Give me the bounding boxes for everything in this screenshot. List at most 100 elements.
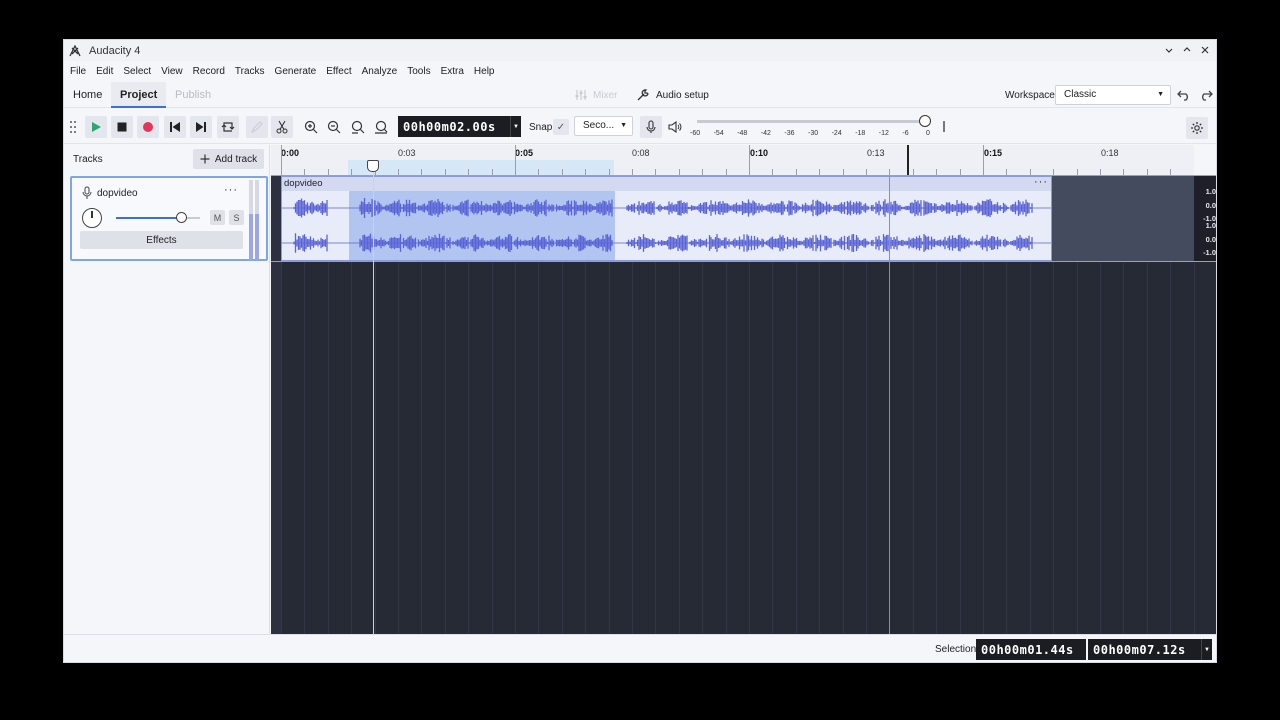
zoom-in-button[interactable] <box>300 116 322 138</box>
draw-tool-button[interactable] <box>246 116 268 138</box>
snap-unit-select[interactable]: Seco... ▼ <box>574 116 633 136</box>
pencil-icon <box>250 121 263 134</box>
waveform <box>282 198 1051 253</box>
output-level-button[interactable] <box>664 116 686 138</box>
cut-tool-button[interactable] <box>271 116 293 138</box>
selection-format-dropdown-icon[interactable]: ▼ <box>1201 639 1212 660</box>
amplitude-label: 1.0 <box>1205 187 1216 196</box>
zoom-out-button[interactable] <box>323 116 345 138</box>
workspace-select[interactable]: Classic ▼ <box>1055 85 1171 105</box>
ruler-tick-label: 0:00 <box>281 148 300 158</box>
clip-header[interactable]: dopvideo ··· <box>282 177 1051 191</box>
timeline-ruler[interactable]: 0:00 0:03 0:05 0:08 0:10 0:13 0:15 0:18 <box>271 145 1216 176</box>
meter-tick-label: -24 <box>831 130 842 137</box>
audio-clip[interactable]: dopvideo ··· <box>281 176 1052 261</box>
menu-item-effect[interactable]: Effect <box>326 66 351 77</box>
clip-menu-icon[interactable]: ··· <box>1034 177 1048 188</box>
skip-to-end-icon <box>196 122 206 132</box>
settings-button[interactable] <box>1186 117 1208 139</box>
menu-item-select[interactable]: Select <box>123 66 151 77</box>
zoom-fit-project-button[interactable] <box>370 116 392 138</box>
drag-handle-icon[interactable] <box>69 120 77 137</box>
input-level-button[interactable] <box>640 116 662 138</box>
track-header[interactable]: dopvideo ··· M S Effects <box>70 176 268 261</box>
amplitude-scale: 1.0 0.0 -1.0 1.0 0.0 -1.0 <box>1194 176 1216 261</box>
mute-button[interactable]: M <box>210 210 225 225</box>
track-name[interactable]: dopvideo <box>97 188 138 199</box>
zoom-out-icon <box>327 120 341 134</box>
top-navigation: Home Project Publish Mixer Audio setup W… <box>64 82 1216 108</box>
menu-item-generate[interactable]: Generate <box>275 66 317 77</box>
minimize-icon[interactable] <box>1162 43 1176 57</box>
toolbar: 00h00m02.00s ▼ Snap ✓ Seco... ▼ -60 -54 -4… <box>64 110 1216 144</box>
tab-publish[interactable]: Publish <box>175 82 211 108</box>
menu-item-help[interactable]: Help <box>474 66 495 77</box>
play-button[interactable] <box>85 116 107 138</box>
ruler-tick-label: 0:10 <box>750 148 769 158</box>
workspace-value: Classic <box>1064 89 1097 100</box>
mixer-button[interactable]: Mixer <box>574 88 617 102</box>
tracks-label: Tracks <box>73 154 103 165</box>
menu-item-analyze[interactable]: Analyze <box>362 66 398 77</box>
menu-item-extra[interactable]: Extra <box>441 66 464 77</box>
selection-start-time[interactable]: 00h00m01.44s <box>976 639 1086 660</box>
skip-to-start-button[interactable] <box>164 116 186 138</box>
menu-item-file[interactable]: File <box>70 66 86 77</box>
playback-volume-slider-track[interactable] <box>697 120 925 123</box>
scissors-icon <box>276 120 288 134</box>
zoom-in-icon <box>304 120 318 134</box>
app-window: Audacity 4 File Edit Select View Record Track… <box>63 39 1217 663</box>
track-empty-area[interactable] <box>1052 176 1194 261</box>
meter-scale: -60 -54 -48 -42 -36 -30 -24 -18 -12 -6 0 <box>690 130 930 140</box>
snap-label: Snap <box>529 122 553 133</box>
tab-project[interactable]: Project <box>111 82 167 108</box>
window-title: Audacity 4 <box>89 44 141 57</box>
tab-home[interactable]: Home <box>73 82 102 108</box>
effects-button[interactable]: Effects <box>80 231 243 249</box>
loop-button[interactable] <box>217 116 239 138</box>
add-track-button[interactable]: Add track <box>193 149 264 169</box>
maximize-icon[interactable] <box>1180 43 1194 57</box>
meter-tick-label: -54 <box>713 130 724 137</box>
close-icon[interactable] <box>1198 43 1212 57</box>
menu-item-tracks[interactable]: Tracks <box>235 66 265 77</box>
pan-knob[interactable] <box>82 208 102 228</box>
timeline-area[interactable]: 0:00 0:03 0:05 0:08 0:10 0:13 0:15 0:18 dopvide… <box>271 145 1216 634</box>
redo-icon[interactable] <box>1198 87 1214 103</box>
ruler-selection-highlight <box>348 160 614 176</box>
audio-setup-button[interactable]: Audio setup <box>636 88 709 102</box>
menu-item-edit[interactable]: Edit <box>96 66 113 77</box>
meter-tick-label: -36 <box>784 130 795 137</box>
meter-tick-label: 0 <box>926 130 930 137</box>
amplitude-label: 1.0 <box>1205 221 1216 230</box>
mixer-icon <box>575 90 587 100</box>
zoom-selection-button[interactable] <box>347 116 369 138</box>
playback-volume-slider-handle[interactable] <box>919 115 931 127</box>
track-volume-slider-handle[interactable] <box>176 212 187 223</box>
snap-checkbox[interactable]: ✓ <box>553 119 569 135</box>
microphone-icon <box>82 186 92 199</box>
undo-icon[interactable] <box>1176 87 1192 103</box>
time-display[interactable]: 00h00m02.00s <box>398 116 512 137</box>
microphone-icon <box>646 120 656 133</box>
skip-to-end-button[interactable] <box>190 116 212 138</box>
menu-item-tools[interactable]: Tools <box>407 66 430 77</box>
skip-to-start-icon <box>170 122 180 132</box>
menu-item-record[interactable]: Record <box>193 66 225 77</box>
menu-item-view[interactable]: View <box>161 66 183 77</box>
solo-button[interactable]: S <box>229 210 244 225</box>
track-menu-icon[interactable]: ··· <box>224 184 238 196</box>
stop-icon <box>117 122 127 132</box>
stop-button[interactable] <box>111 116 133 138</box>
dropdown-caret-icon: ▼ <box>620 122 627 129</box>
time-format-dropdown-icon[interactable]: ▼ <box>510 116 521 137</box>
meter-tick-label: -18 <box>855 130 866 137</box>
audacity-logo-icon <box>68 44 82 58</box>
selection-end-time[interactable]: 00h00m07.12s <box>1088 639 1201 660</box>
playhead-handle[interactable] <box>367 160 379 172</box>
ruler-tick-label: 0:13 <box>867 148 885 158</box>
loop-icon <box>221 122 235 132</box>
audio-setup-label: Audio setup <box>656 89 709 101</box>
play-icon <box>92 122 101 132</box>
record-button[interactable] <box>137 116 159 138</box>
